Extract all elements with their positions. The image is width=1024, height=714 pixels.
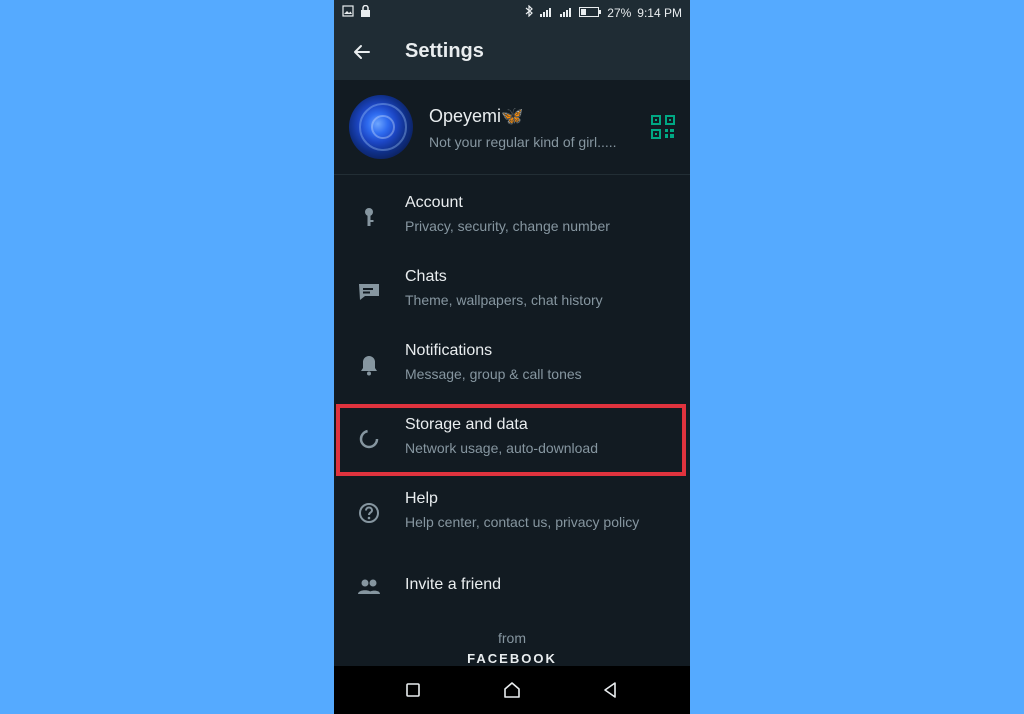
signal-icon-2 [559, 6, 573, 20]
menu-item-chats[interactable]: Chats Theme, wallpapers, chat history [334, 254, 690, 328]
battery-percent: 27% [607, 5, 632, 20]
status-time: 9:14 PM [637, 5, 682, 20]
battery-icon [579, 6, 602, 20]
qr-code-button[interactable] [650, 114, 676, 140]
menu-subtitle: Message, group & call tones [405, 366, 582, 382]
menu-title: Chats [405, 268, 447, 285]
facebook-brand: FACEBOOK [467, 651, 557, 666]
key-icon [356, 204, 382, 230]
menu-subtitle: Privacy, security, change number [405, 218, 610, 234]
menu-title: Account [405, 194, 463, 211]
menu-title: Help [405, 490, 438, 507]
menu-item-notifications[interactable]: Notifications Message, group & call tone… [334, 328, 690, 402]
arrow-left-icon [354, 45, 370, 59]
navigation-bar [334, 666, 690, 714]
help-icon [356, 500, 382, 526]
profile-section[interactable]: Opeyemi🦋 Not your regular kind of girl..… [334, 80, 690, 175]
menu-title: Storage and data [405, 416, 528, 433]
menu-subtitle: Help center, contact us, privacy policy [405, 514, 640, 530]
menu-item-account[interactable]: Account Privacy, security, change number [334, 180, 690, 254]
square-icon [406, 683, 420, 697]
menu-title: Invite a friend [405, 576, 502, 593]
gallery-icon [342, 5, 354, 20]
bell-icon [356, 352, 382, 378]
people-icon [356, 574, 382, 600]
page-title: Settings [405, 40, 484, 62]
triangle-back-icon [604, 682, 616, 698]
back-nav-button[interactable] [598, 678, 622, 702]
phone-screen: 27% 9:14 PM Settings Opeyemi🦋 Not your r… [334, 0, 690, 714]
menu-item-help[interactable]: Help Help center, contact us, privacy po… [334, 476, 690, 550]
home-button[interactable] [500, 678, 524, 702]
bluetooth-icon [525, 4, 534, 20]
from-label: from [498, 630, 526, 646]
signal-icon [539, 6, 553, 20]
profile-status: Not your regular kind of girl..... [429, 134, 617, 150]
recents-button[interactable] [401, 678, 425, 702]
status-bar: 27% 9:14 PM [334, 0, 690, 24]
menu-item-storage[interactable]: Storage and data Network usage, auto-dow… [334, 402, 690, 476]
menu-title: Notifications [405, 342, 493, 359]
back-button[interactable] [348, 38, 376, 66]
home-icon [504, 682, 520, 698]
menu-item-invite[interactable]: Invite a friend [334, 550, 690, 624]
lock-icon [360, 4, 371, 20]
storage-icon [356, 426, 382, 452]
menu-subtitle: Theme, wallpapers, chat history [405, 292, 603, 308]
app-bar: Settings [334, 24, 690, 80]
avatar[interactable] [349, 95, 413, 159]
qr-code-icon [651, 115, 675, 139]
chat-icon [356, 278, 382, 304]
profile-name: Opeyemi🦋 [429, 106, 524, 126]
menu-subtitle: Network usage, auto-download [405, 440, 599, 456]
